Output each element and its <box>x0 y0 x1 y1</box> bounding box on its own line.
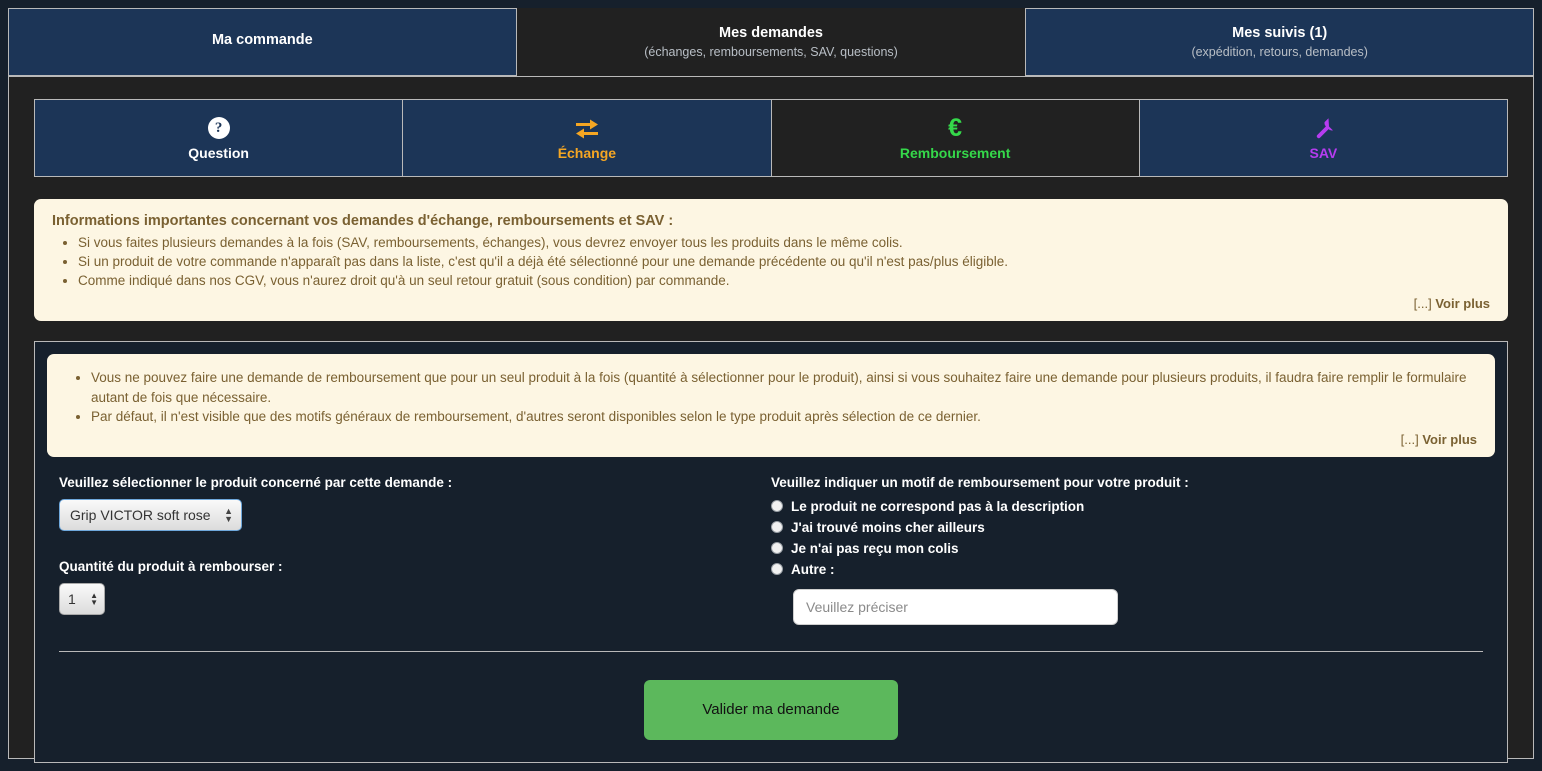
general-info-voir-plus-link[interactable]: Voir plus <box>1435 296 1490 311</box>
general-info-bullet-list: Si vous faites plusieurs demandes à la f… <box>52 233 1490 290</box>
main-panel: ? Question Échange € Remboursement SAV I… <box>8 76 1534 763</box>
product-select-label: Veuillez sélectionner le produit concern… <box>59 474 453 490</box>
tab-ma-commande[interactable]: Ma commande <box>8 8 517 76</box>
general-info-bullet: Si vous faites plusieurs demandes à la f… <box>78 233 1490 252</box>
submit-request-button[interactable]: Valider ma demande <box>644 679 898 740</box>
tab-mes-suivis-subtitle: (expédition, retours, demandes) <box>1191 44 1368 59</box>
subtab-question-label: Question <box>188 145 249 161</box>
reason-option-label: Autre : <box>791 561 835 577</box>
radio-icon[interactable] <box>771 563 783 576</box>
quantity-stepper-wrapper: ▲▼ <box>59 582 105 615</box>
reason-option-label: J'ai trouvé moins cher ailleurs <box>791 519 985 535</box>
subtab-sav-label: SAV <box>1309 145 1338 161</box>
form-divider <box>59 650 1483 652</box>
subtab-remboursement-label: Remboursement <box>899 145 1011 161</box>
tab-mes-suivis[interactable]: Mes suivis (1) (expédition, retours, dem… <box>1025 8 1535 76</box>
general-info-container: Informations importantes concernant vos … <box>34 199 1508 322</box>
refund-form: Veuillez sélectionner le produit concern… <box>47 457 1495 625</box>
general-info-more-row: [...] Voir plus <box>52 296 1490 311</box>
radio-icon[interactable] <box>771 500 783 513</box>
subtab-remboursement[interactable]: € Remboursement <box>771 100 1140 176</box>
radio-icon[interactable] <box>771 542 783 555</box>
general-info-ellipsis: [...] <box>1413 296 1432 312</box>
subtab-sav[interactable]: SAV <box>1139 100 1507 176</box>
tab-mes-suivis-title: Mes suivis (1) <box>1232 24 1328 41</box>
refund-info-bullet-list: Vous ne pouvez faire une demande de remb… <box>65 368 1477 425</box>
tab-mes-demandes-subtitle: (échanges, remboursements, SAV, question… <box>644 44 898 59</box>
exchange-arrows-icon <box>573 115 601 141</box>
refund-info-box: Vous ne pouvez faire une demande de remb… <box>47 354 1495 457</box>
reason-option-label: Le produit ne correspond pas à la descri… <box>791 498 1085 514</box>
reason-option-cheaper[interactable]: J'ai trouvé moins cher ailleurs <box>771 520 1483 535</box>
tab-mes-demandes[interactable]: Mes demandes (échanges, remboursements, … <box>516 8 1026 76</box>
general-info-bullet: Comme indiqué dans nos CGV, vous n'aurez… <box>78 271 1490 290</box>
general-info-bullet: Si un produit de votre commande n'appara… <box>78 252 1490 271</box>
wrench-icon <box>1311 115 1335 141</box>
reason-option-description[interactable]: Le produit ne correspond pas à la descri… <box>771 499 1483 514</box>
reason-option-label: Je n'ai pas reçu mon colis <box>791 540 959 556</box>
refund-info-ellipsis: [...] <box>1400 431 1419 447</box>
refund-info-bullet: Par défaut, il n'est visible que des mot… <box>91 407 1477 426</box>
quantity-stepper[interactable] <box>59 582 105 615</box>
refund-form-panel: Vous ne pouvez faire une demande de remb… <box>34 341 1508 763</box>
refund-info-voir-plus-link[interactable]: Voir plus <box>1422 432 1477 447</box>
radio-icon[interactable] <box>771 521 783 534</box>
quantity-label: Quantité du produit à rembourser : <box>59 558 283 574</box>
product-selection-column: Veuillez sélectionner le produit concern… <box>59 475 771 625</box>
submit-row: Valider ma demande <box>47 679 1495 740</box>
general-info-title: Informations importantes concernant vos … <box>52 213 674 229</box>
subtab-question[interactable]: ? Question <box>35 100 404 176</box>
subtab-echange-label: Échange <box>557 145 617 161</box>
reason-selection-column: Veuillez indiquer un motif de remboursem… <box>771 475 1483 625</box>
primary-tab-bar: Ma commande Mes demandes (échanges, remb… <box>0 0 1542 76</box>
reason-label: Veuillez indiquer un motif de remboursem… <box>771 474 1189 490</box>
general-info-box: Informations importantes concernant vos … <box>34 199 1508 322</box>
subtab-echange[interactable]: Échange <box>403 100 772 176</box>
refund-info-more-row: [...] Voir plus <box>65 432 1477 447</box>
request-type-tab-bar: ? Question Échange € Remboursement SAV <box>34 99 1508 177</box>
question-circle-icon: ? <box>207 115 230 141</box>
euro-icon: € <box>948 113 963 142</box>
tab-ma-commande-title: Ma commande <box>211 32 313 49</box>
product-select-wrapper: Grip VICTOR soft rose ▲ ▼ <box>59 498 242 531</box>
refund-info-bullet: Vous ne pouvez faire une demande de remb… <box>91 368 1477 406</box>
other-reason-input[interactable] <box>793 588 1118 625</box>
reason-option-not-received[interactable]: Je n'ai pas reçu mon colis <box>771 541 1483 556</box>
product-select[interactable]: Grip VICTOR soft rose <box>59 498 242 531</box>
reason-option-other[interactable]: Autre : <box>771 562 1483 577</box>
tab-mes-demandes-title: Mes demandes <box>719 24 823 41</box>
